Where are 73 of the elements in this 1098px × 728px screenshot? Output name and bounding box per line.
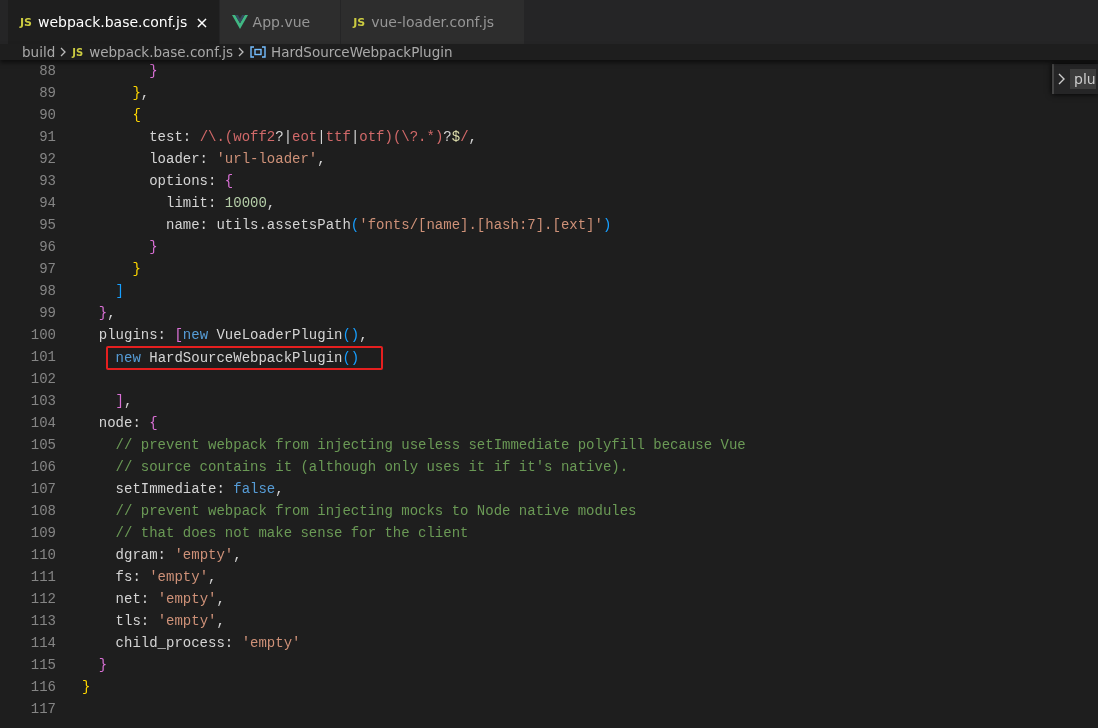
line-number: 104 <box>29 414 56 433</box>
line-number: 89 <box>38 84 56 103</box>
code-line: ] <box>114 283 124 299</box>
code-line: limit: 10000, <box>165 195 276 211</box>
chevron-icon <box>60 47 68 57</box>
line-number: 100 <box>29 326 56 345</box>
line-number: 112 <box>29 590 56 609</box>
line-number: 115 <box>29 656 56 675</box>
code-line: } <box>148 63 158 79</box>
code-line: } <box>148 239 158 255</box>
line-number: 108 <box>29 502 56 521</box>
code-line: child_process: 'empty' <box>114 635 301 651</box>
line-number: 95 <box>38 216 56 235</box>
editor-tab[interactable]: App.vue <box>219 0 342 44</box>
code-line: } <box>97 657 108 673</box>
breadcrumb-item[interactable]: build <box>22 44 56 60</box>
line-number: 97 <box>38 260 56 279</box>
line-number: 116 <box>29 678 56 697</box>
code-line: tls: 'empty', <box>114 613 225 629</box>
code-line: ], <box>114 393 133 409</box>
line-number: 94 <box>38 194 56 213</box>
chevron-icon <box>238 47 245 57</box>
code-line: } <box>131 261 141 277</box>
line-number: 96 <box>38 238 56 257</box>
code-line: net: 'empty', <box>114 591 225 607</box>
code-line: fs: 'empty', <box>114 569 217 585</box>
line-number: 113 <box>29 612 56 631</box>
find-input[interactable]: plu <box>1070 69 1096 89</box>
line-number: 109 <box>29 524 56 543</box>
editor-tab[interactable]: JS webpack.base.conf.js × <box>8 0 220 44</box>
line-number: 101 <box>29 348 56 367</box>
breadcrumb-item[interactable]: webpack.base.conf.js <box>89 44 233 60</box>
line-number: 110 <box>29 546 56 565</box>
line-number: 92 <box>38 150 56 169</box>
line-number: 90 <box>38 106 56 125</box>
line-number: 91 <box>38 128 56 147</box>
line-number: 106 <box>29 458 56 477</box>
vue-file-icon <box>231 15 248 29</box>
js-file-icon: JS <box>20 15 32 29</box>
line-number: 102 <box>29 370 56 389</box>
code-line: }, <box>131 85 150 101</box>
code-line: // source contains it (although only uses it if it's native). <box>114 459 629 475</box>
line-number: 103 <box>29 392 56 411</box>
line-number: 93 <box>38 172 56 191</box>
editor-tab[interactable]: JS vue-loader.conf.js <box>341 0 526 44</box>
code-line: // that does not make sense for the client <box>114 525 469 541</box>
symbol-icon <box>250 45 266 59</box>
line-number: 117 <box>29 700 56 719</box>
line-number: 88 <box>38 62 56 81</box>
js-file-icon: JS <box>72 46 84 58</box>
code-line: // prevent webpack from injecting useless setImmediate polyfill because Vue <box>114 437 746 453</box>
line-number: 98 <box>38 282 56 301</box>
code-line: setImmediate: false, <box>114 481 284 497</box>
line-number: 111 <box>29 568 56 587</box>
breadcrumb-item[interactable]: HardSourceWebpackPlugin <box>271 44 453 60</box>
code-line: dgram: 'empty', <box>114 547 242 563</box>
code-line: options: { <box>148 173 234 189</box>
line-number: 107 <box>29 480 56 499</box>
code-line: loader: 'url-loader', <box>148 151 326 167</box>
line-number: 114 <box>29 634 56 653</box>
code-line: } <box>82 679 91 695</box>
code-line: node: { <box>97 415 158 431</box>
code-line: test: /\.(woff2?|eot|ttf|otf)(\?.*)?$/, <box>148 129 477 145</box>
line-number: 99 <box>38 304 56 323</box>
code-line: }, <box>97 305 116 321</box>
code-line: { <box>131 107 141 123</box>
code-line: name: utils.assetsPath('fonts/[name].[hash:7].[ext]') <box>165 217 612 233</box>
code-line: plugins: [new VueLoaderPlugin(), <box>97 327 368 343</box>
chevron-icon[interactable] <box>1058 73 1066 85</box>
close-icon[interactable]: × <box>195 12 209 32</box>
line-number: 105 <box>29 436 56 455</box>
code-line: // prevent webpack from injecting mocks to Node native modules <box>114 503 637 519</box>
js-file-icon: JS <box>353 15 366 29</box>
